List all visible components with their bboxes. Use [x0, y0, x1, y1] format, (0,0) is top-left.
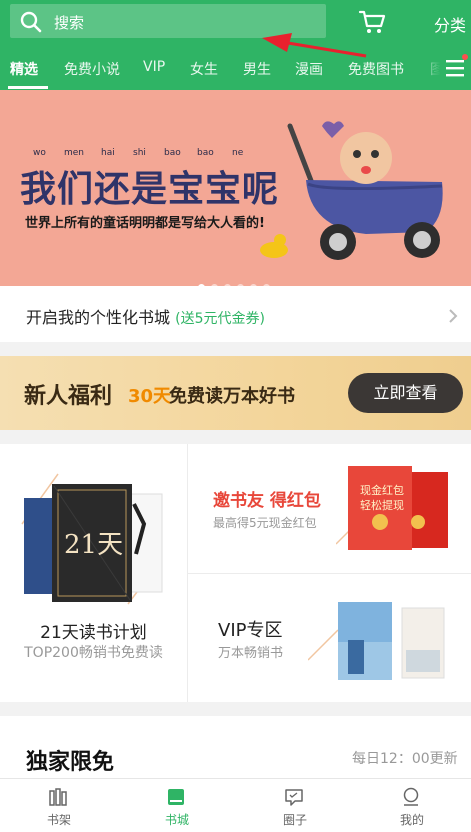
section-title: 独家限免	[26, 750, 115, 775]
banner-carousel[interactable]: wo men hai shi bao bao ne 我们还是宝宝呢 世界上所有的…	[0, 90, 471, 286]
tab-male[interactable]: 男生	[243, 59, 271, 79]
bottom-nav: 书架 书城 圈子 我的	[0, 778, 471, 832]
reading-plan-subtitle: TOP200畅销书免费读	[24, 645, 163, 661]
pinyin: men	[64, 148, 85, 158]
coupon-highlight: (送5元代金券)	[175, 311, 265, 327]
invite-subtitle: 最高得5元现金红包	[213, 516, 317, 530]
pinyin: wo	[33, 148, 46, 158]
vip-zone-title: VIP专区	[218, 620, 283, 641]
pinyin: bao	[197, 148, 214, 158]
newcomer-welfare-banner[interactable]: 新人福利 30天 免费读万本好书 立即查看	[0, 356, 471, 430]
welfare-desc: 免费读万本好书	[169, 386, 295, 407]
search-input[interactable]: 搜索	[10, 4, 326, 38]
nav-label: 书城	[164, 813, 189, 827]
category-link[interactable]: 分类	[434, 12, 466, 36]
chat-icon	[285, 789, 303, 806]
pinyin: ne	[232, 148, 244, 158]
personalize-text: 开启我的个性化书城 (送5元代金券)	[26, 308, 265, 327]
nav-community[interactable]: 圈子	[236, 779, 354, 832]
plan-badge: 21天	[64, 530, 124, 560]
menu-icon[interactable]	[446, 58, 466, 78]
nav-label: 书架	[46, 813, 71, 827]
category-tabs: 精选 免费小说 VIP 女生 男生 漫画 免费图书 图	[0, 46, 471, 90]
reading-plan-card[interactable]: 21天 21天读书计划 TOP200畅销书免费读	[0, 444, 187, 702]
view-now-button[interactable]: 立即查看	[348, 373, 463, 413]
vip-zone-subtitle: 万本畅销书	[218, 646, 284, 661]
welfare-label: 新人福利	[24, 384, 113, 409]
bookshelf-icon	[49, 788, 67, 806]
cart-icon[interactable]	[358, 9, 386, 35]
search-icon	[20, 11, 42, 33]
bookstore-icon	[168, 789, 184, 805]
pinyin: shi	[133, 148, 146, 158]
vip-books-illustration	[308, 602, 445, 680]
search-placeholder: 搜索	[54, 14, 85, 32]
nav-label: 圈子	[282, 813, 307, 827]
tab-vip[interactable]: VIP	[143, 59, 165, 75]
tab-comics[interactable]: 漫画	[295, 59, 323, 79]
tab-free-novels[interactable]: 免费小说	[64, 59, 120, 79]
tab-featured[interactable]: 精选	[10, 59, 38, 79]
active-tab-indicator	[8, 86, 48, 89]
nav-bookshelf[interactable]: 书架	[0, 779, 118, 832]
pinyin: bao	[164, 148, 181, 158]
exclusive-free-section: 独家限免 每日12：00更新	[0, 716, 471, 786]
nav-bookstore[interactable]: 书城	[118, 779, 236, 832]
notification-dot	[462, 54, 468, 60]
update-time: 每日12：00更新	[352, 751, 458, 767]
baby-stroller-illustration	[260, 121, 443, 260]
top-bar: 搜索 分类	[0, 0, 471, 46]
tab-free-books[interactable]: 免费图书	[348, 59, 404, 79]
banner-title: 我们还是宝宝呢	[20, 168, 280, 210]
profile-icon	[403, 787, 419, 806]
envelope-text: 现金红包	[360, 484, 404, 497]
feature-grid: 21天 21天读书计划 TOP200畅销书免费读 现金红包 轻松提现 邀书友 得…	[0, 444, 471, 702]
envelope-text: 轻松提现	[360, 499, 404, 512]
banner-subtitle: 世界上所有的童话明明都是写给大人看的!	[25, 216, 265, 231]
nav-profile[interactable]: 我的	[353, 779, 471, 832]
welfare-days: 30天	[128, 386, 172, 407]
chevron-right-icon	[449, 309, 458, 323]
nav-label: 我的	[399, 813, 424, 827]
carousel-dots	[198, 276, 276, 286]
personalize-store-row[interactable]: 开启我的个性化书城 (送5元代金券)	[0, 286, 471, 342]
invite-title: 邀书友 得红包	[213, 491, 321, 511]
reading-plan-title: 21天读书计划	[40, 623, 147, 643]
tab-female[interactable]: 女生	[190, 59, 218, 79]
pinyin: hai	[101, 148, 115, 158]
